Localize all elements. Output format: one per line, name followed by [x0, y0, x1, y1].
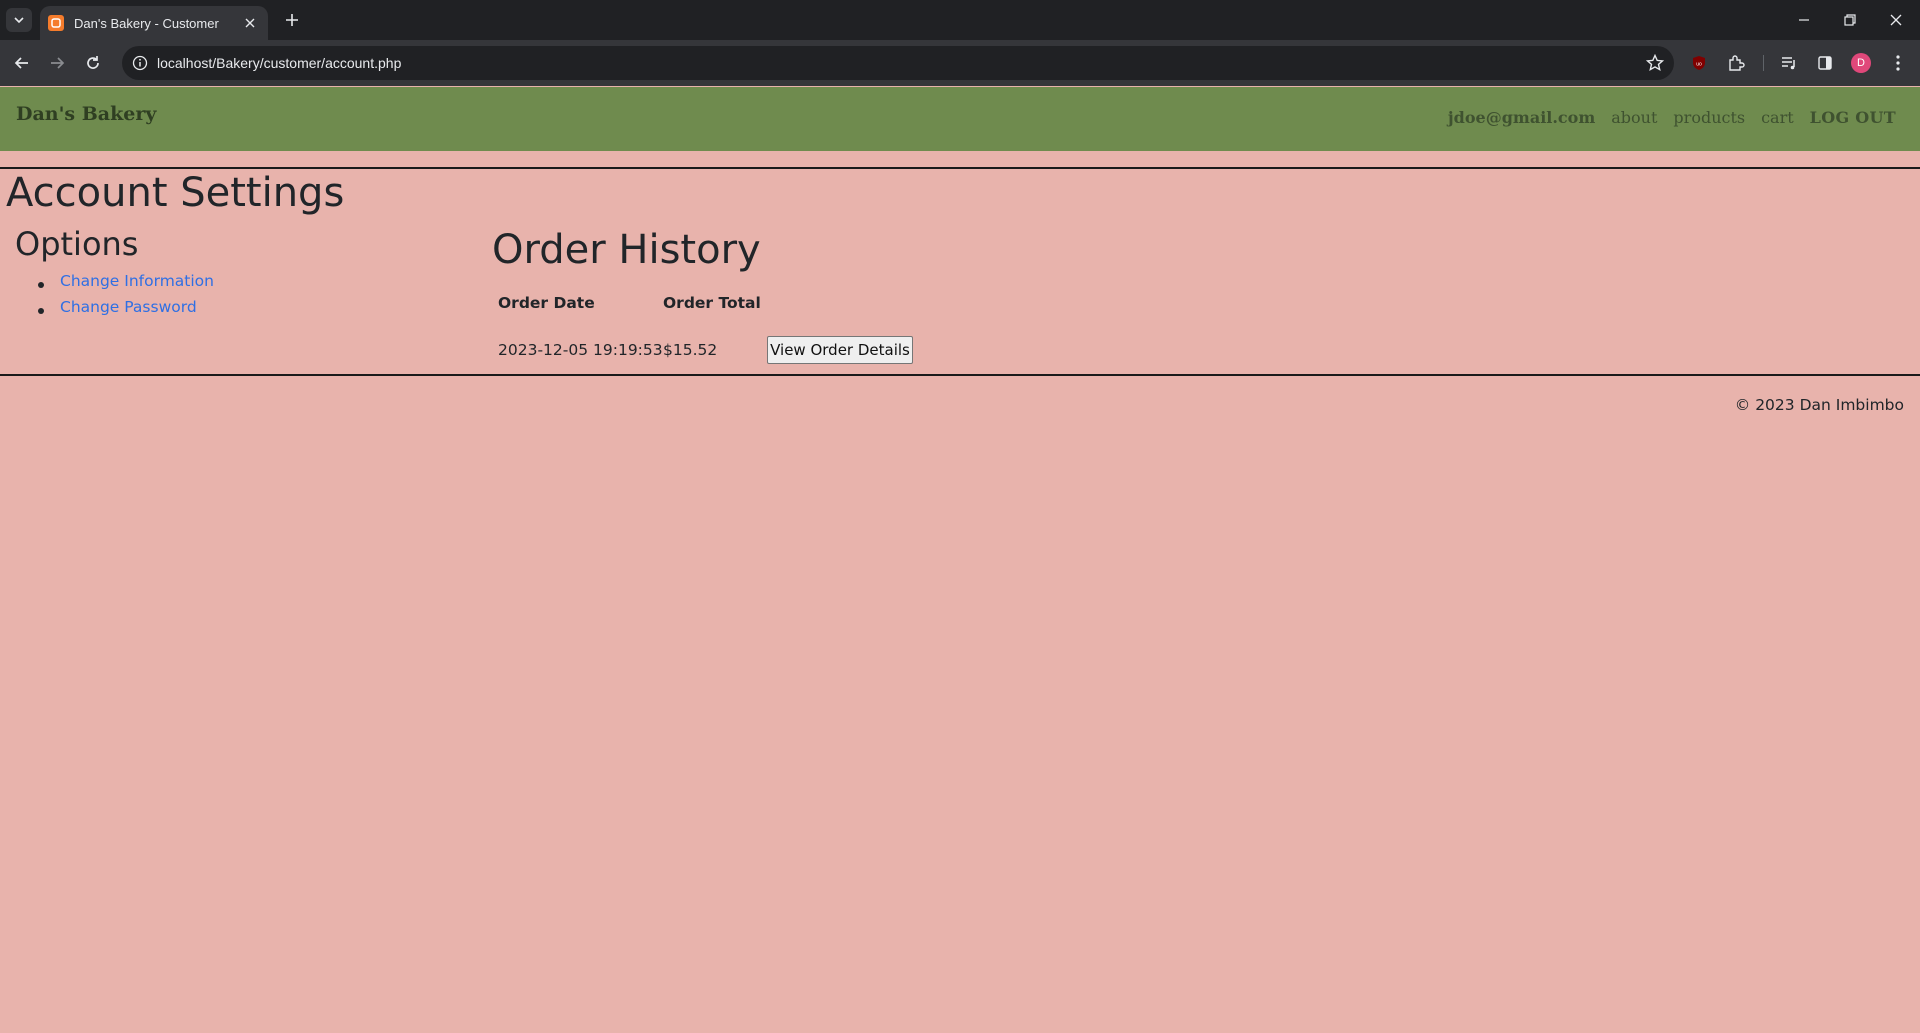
close-icon — [1890, 14, 1902, 26]
restore-icon — [1844, 14, 1856, 26]
browser-menu-icon[interactable] — [1887, 52, 1909, 74]
column-header-order-date: Order Date — [498, 294, 595, 312]
page-title: Account Settings — [6, 170, 345, 216]
order-total-cell: $15.52 — [663, 341, 718, 359]
forward-button[interactable] — [43, 49, 71, 77]
minimize-window-button[interactable] — [1784, 4, 1824, 36]
view-order-details-button[interactable]: View Order Details — [767, 336, 913, 364]
site-brand-link[interactable]: Dan's Bakery — [16, 103, 156, 125]
list-item: Change Password — [38, 298, 214, 324]
restore-window-button[interactable] — [1830, 4, 1870, 36]
browser-tab[interactable]: Dan's Bakery - Customer — [40, 6, 268, 40]
back-button[interactable] — [8, 49, 36, 77]
footer-divider — [0, 374, 1920, 376]
order-history-heading: Order History — [492, 227, 761, 273]
profile-avatar[interactable]: D — [1851, 53, 1871, 73]
column-header-order-total: Order Total — [663, 294, 761, 312]
options-list: Change Information Change Password — [38, 272, 214, 324]
url-text[interactable]: localhost/Bakery/customer/account.php — [157, 55, 401, 71]
reload-button[interactable] — [79, 49, 107, 77]
close-window-button[interactable] — [1876, 4, 1916, 36]
minimize-icon — [1799, 19, 1809, 21]
close-tab-icon[interactable] — [242, 15, 258, 31]
site-nav: jdoe@gmail.com about products cart LOG O… — [1432, 108, 1896, 127]
nav-products-link[interactable]: products — [1673, 108, 1745, 127]
arrow-right-icon — [51, 57, 65, 69]
site-header: Dan's Bakery jdoe@gmail.com about produc… — [0, 87, 1920, 151]
browser-toolbar: localhost/Bakery/customer/account.php uo — [0, 40, 1920, 86]
change-information-link[interactable]: Change Information — [60, 272, 214, 290]
nav-logout-link[interactable]: LOG OUT — [1810, 108, 1896, 127]
nav-cart-link[interactable]: cart — [1761, 108, 1794, 127]
nav-about-link[interactable]: about — [1611, 108, 1657, 127]
browser-tabstrip: Dan's Bakery - Customer — [0, 0, 1920, 40]
list-item: Change Information — [38, 272, 214, 298]
nav-user-email[interactable]: jdoe@gmail.com — [1448, 108, 1595, 127]
ublock-extension-icon[interactable]: uo — [1688, 52, 1710, 74]
content-top-divider — [0, 167, 1920, 169]
extensions-puzzle-icon[interactable] — [1725, 52, 1747, 74]
chevron-down-icon — [14, 17, 24, 24]
copyright-text: © 2023 Dan Imbimbo — [1734, 396, 1904, 414]
svg-text:uo: uo — [1696, 62, 1702, 68]
tab-search-button[interactable] — [6, 8, 32, 32]
address-bar[interactable]: localhost/Bakery/customer/account.php — [122, 46, 1674, 80]
tab-title: Dan's Bakery - Customer — [74, 15, 219, 31]
options-heading: Options — [15, 225, 139, 263]
order-date-cell: 2023-12-05 19:19:53 — [498, 341, 663, 359]
bakery-favicon-icon — [48, 15, 64, 31]
site-info-icon[interactable] — [132, 55, 148, 71]
media-queue-icon[interactable] — [1778, 52, 1800, 74]
toolbar-separator — [1763, 55, 1764, 71]
change-password-link[interactable]: Change Password — [60, 298, 197, 316]
new-tab-button[interactable] — [279, 8, 305, 32]
plus-icon — [286, 14, 298, 26]
side-panel-icon[interactable] — [1814, 52, 1836, 74]
reload-icon — [87, 56, 99, 69]
bookmark-star-icon[interactable] — [1646, 54, 1664, 72]
arrow-left-icon — [14, 57, 28, 69]
